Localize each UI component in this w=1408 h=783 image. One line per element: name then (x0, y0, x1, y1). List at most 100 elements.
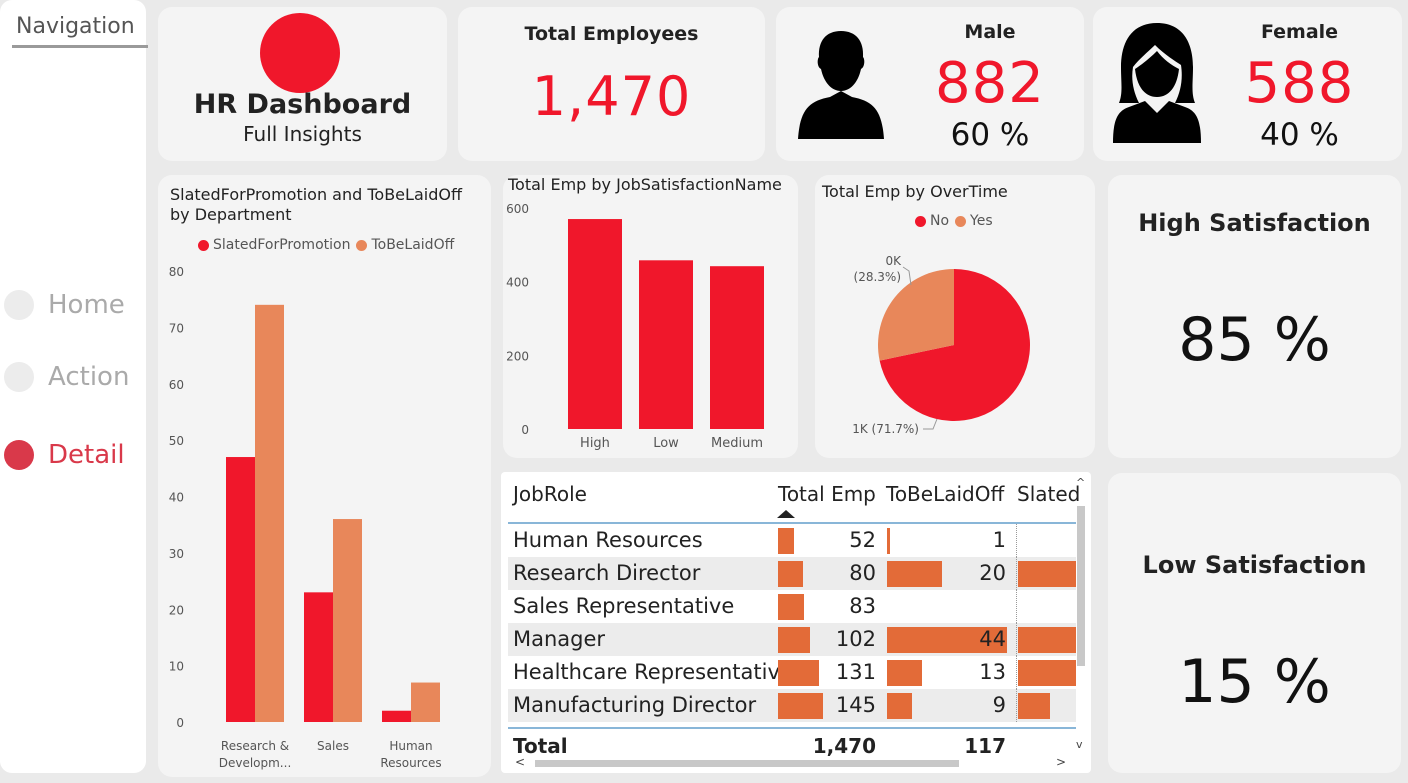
y-tick-label: 20 (169, 603, 184, 617)
y-tick-label: 80 (169, 265, 184, 279)
horizontal-scroll-thumb[interactable] (535, 760, 959, 767)
sort-desc-icon[interactable] (777, 510, 795, 520)
totalemp-cell: 145 (835, 693, 876, 717)
table-row[interactable]: Manager 102 44 (508, 623, 1076, 656)
header-card: HR Dashboard Full Insights (158, 7, 447, 161)
y-tick-label: 60 (169, 378, 184, 392)
total-emp-value: 1,470 (812, 734, 876, 758)
y-tick-label: 400 (506, 276, 529, 290)
y-tick-label: 600 (506, 202, 529, 216)
x-tick-label: Research & (221, 739, 289, 753)
column-separator (1016, 524, 1017, 557)
low-satisfaction-card: Low Satisfaction 15 % (1108, 473, 1401, 773)
slated-databar (1018, 561, 1076, 587)
navigation-panel: Navigation Home Action Detail (0, 0, 148, 773)
y-tick-label: 50 (169, 434, 184, 448)
female-percent: 40 % (1260, 117, 1339, 153)
table-row[interactable]: Human Resources 52 1 (508, 524, 1076, 557)
column-separator (1016, 689, 1017, 722)
y-tick-label: 70 (169, 321, 184, 335)
totalemp-cell: 80 (849, 561, 876, 585)
total-laid-value: 117 (964, 734, 1006, 758)
laidoff-cell: 13 (979, 660, 1006, 684)
home-dot-icon (4, 290, 34, 320)
totalemp-databar (778, 528, 794, 554)
nav-detail-button[interactable]: Detail (4, 440, 125, 470)
low-satisfaction-label: Low Satisfaction (1142, 551, 1367, 579)
total-divider (508, 727, 1076, 729)
jobrole-cell: Healthcare Representative (513, 660, 793, 684)
slated-databar (1018, 693, 1050, 719)
scroll-down-icon[interactable]: v (1076, 738, 1083, 751)
y-tick-label: 10 (169, 660, 184, 674)
total-employees-card: Total Employees 1,470 (458, 7, 765, 161)
bar-slated (304, 592, 333, 722)
totalemp-cell: 83 (849, 594, 876, 618)
jobrole-cell: Sales Representative (513, 594, 735, 618)
totalemp-cell: 52 (849, 528, 876, 552)
high-satisfaction-value: 85 % (1178, 305, 1331, 375)
female-card: Female 588 40 % (1093, 7, 1402, 161)
col-totalemp-header[interactable]: Total Emp (778, 482, 876, 506)
table-row[interactable]: Manufacturing Director 145 9 (508, 689, 1076, 722)
x-tick-label: Developm... (219, 756, 292, 770)
pie-label-yes-count: 0K (885, 254, 902, 268)
table-row[interactable]: Research Director 80 20 (508, 557, 1076, 590)
column-separator (1016, 656, 1017, 689)
bar-jobsat (639, 260, 693, 429)
y-tick-label: 30 (169, 547, 184, 561)
pie-leader-line (902, 266, 912, 286)
laidoff-cell: 20 (979, 561, 1006, 585)
column-separator (1016, 590, 1017, 623)
laidoff-cell: 9 (992, 693, 1006, 717)
male-card: Male 882 60 % (776, 7, 1084, 161)
jobrole-cell: Manufacturing Director (513, 693, 757, 717)
dashboard-subtitle: Full Insights (243, 122, 362, 146)
x-tick-label: Low (653, 436, 679, 451)
scroll-left-icon[interactable]: < (515, 755, 525, 769)
vertical-scrollbar[interactable] (1076, 506, 1086, 746)
scroll-up-icon[interactable]: ^ (1076, 476, 1085, 489)
slated-databar (1018, 627, 1076, 653)
vertical-scroll-thumb[interactable] (1077, 506, 1085, 666)
pie-label-yes-pct: (28.3%) (854, 270, 901, 284)
pie-leader-line (923, 418, 938, 430)
table-row[interactable]: Sales Representative 83 (508, 590, 1076, 623)
y-tick-label: 0 (521, 423, 529, 437)
high-satisfaction-card: High Satisfaction 85 % (1108, 175, 1401, 458)
laidoff-databar (887, 528, 890, 554)
scroll-right-icon[interactable]: > (1056, 755, 1066, 769)
bar-laidoff (411, 682, 440, 722)
overtime-chart-card: Total Emp by OverTime No Yes 0K (28.3%) 1K… (815, 175, 1095, 458)
nav-action-button[interactable]: Action (4, 362, 129, 392)
laidoff-cell: 44 (979, 627, 1006, 651)
bar-laidoff (255, 304, 284, 722)
x-tick-label: High (580, 436, 610, 451)
bar-laidoff (333, 519, 362, 722)
high-satisfaction-label: High Satisfaction (1138, 209, 1371, 237)
jobsat-bar-chart: 0 200 400 600 High Low Medium (506, 202, 764, 451)
low-satisfaction-value: 15 % (1178, 647, 1331, 717)
bar-slated (382, 710, 411, 722)
nav-action-label: Action (48, 362, 130, 392)
x-tick-label: Resources (380, 756, 441, 770)
nav-home-label: Home (48, 290, 125, 320)
totalemp-cell: 131 (835, 660, 876, 684)
nav-home-button[interactable]: Home (4, 290, 125, 320)
col-jobrole-header[interactable]: JobRole (513, 482, 587, 506)
bar-jobsat (710, 266, 764, 429)
totalemp-cell: 102 (835, 627, 876, 651)
slated-databar (1018, 660, 1076, 686)
horizontal-scrollbar[interactable] (515, 759, 1070, 767)
col-tobelaidoff-header[interactable]: ToBeLaidOff (886, 482, 1004, 506)
jobrole-cell: Manager (513, 627, 606, 651)
department-chart-card: SlatedForPromotion and ToBeLaidOff by De… (158, 175, 491, 777)
table-row[interactable]: Healthcare Representative 131 13 (508, 656, 1076, 689)
col-slated-header[interactable]: Slated (1017, 482, 1080, 506)
jobrole-cell: Human Resources (513, 528, 703, 552)
logo-circle-icon (260, 13, 340, 93)
column-separator (1016, 557, 1017, 590)
y-tick-label: 200 (506, 349, 529, 363)
x-tick-label: Human (389, 739, 432, 753)
female-value: 588 (1244, 51, 1355, 116)
